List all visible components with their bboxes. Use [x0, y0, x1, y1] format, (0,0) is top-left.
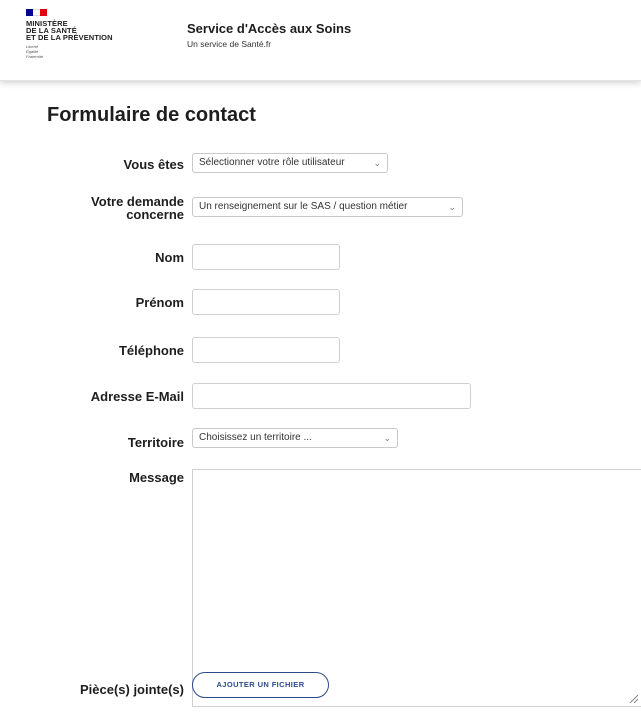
motto-line-3: Fraternité [26, 54, 44, 59]
marianne-flag-icon [26, 9, 47, 16]
site-header: MINISTÈRE DE LA SANTÉ ET DE LA PRÉVENTIO… [0, 0, 641, 81]
ministry-name-line-3: ET DE LA PRÉVENTION [26, 33, 113, 42]
territoire-select-value: Choisissez un territoire ... [199, 432, 312, 443]
email-input[interactable] [192, 383, 471, 409]
nom-label: Nom [155, 250, 184, 265]
page-title: Formulaire de contact [47, 104, 256, 126]
resize-handle-icon[interactable] [628, 693, 638, 703]
prenom-input[interactable] [192, 289, 340, 315]
role-select-value: Sélectionner votre rôle utilisateur [199, 157, 345, 168]
role-select[interactable]: Sélectionner votre rôle utilisateur ⌄ [192, 153, 388, 173]
territoire-select[interactable]: Choisissez un territoire ... ⌄ [192, 428, 398, 448]
chevron-down-icon: ⌄ [373, 158, 381, 168]
flag-white-band [33, 9, 40, 16]
nom-input[interactable] [192, 244, 340, 270]
email-label: Adresse E-Mail [90, 389, 184, 404]
chevron-down-icon: ⌄ [383, 433, 391, 443]
telephone-input[interactable] [192, 337, 340, 363]
territoire-label: Territoire [127, 435, 184, 450]
demande-label-line-2: concerne [126, 207, 184, 222]
attachments-label: Pièce(s) jointe(s) [79, 682, 184, 697]
demande-select-value: Un renseignement sur le SAS / question m… [199, 201, 408, 212]
demande-select[interactable]: Un renseignement sur le SAS / question m… [192, 197, 463, 217]
flag-blue-band [26, 9, 33, 16]
site-subtitle: Un service de Santé.fr [187, 39, 272, 49]
chevron-down-icon: ⌄ [448, 202, 456, 212]
site-title-link[interactable]: Service d'Accès aux Soins [187, 21, 351, 36]
add-file-button[interactable]: AJOUTER UN FICHIER [192, 672, 329, 698]
flag-red-band [40, 9, 47, 16]
telephone-label: Téléphone [118, 343, 184, 358]
message-label: Message [129, 470, 184, 485]
prenom-label: Prénom [135, 295, 184, 310]
role-label: Vous êtes [123, 157, 184, 172]
